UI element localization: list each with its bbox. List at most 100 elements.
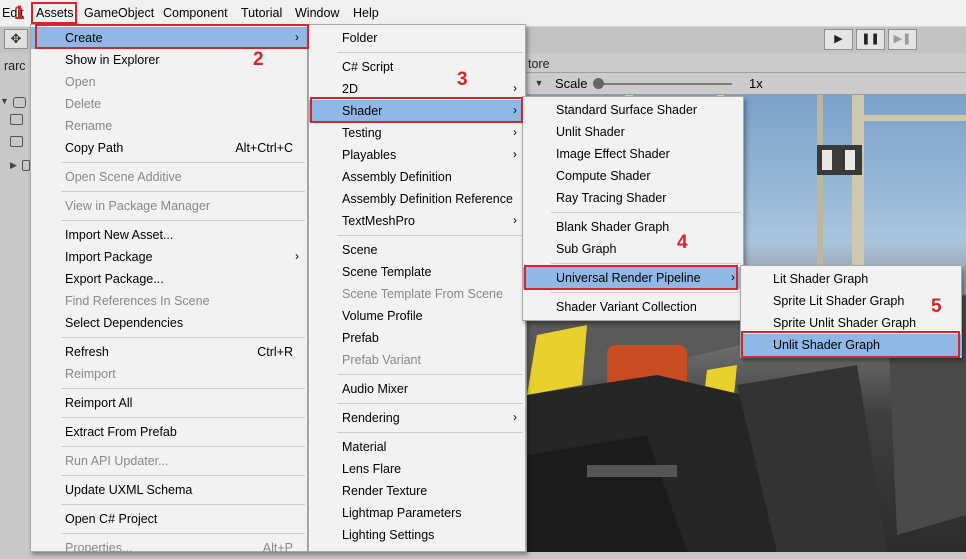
menu-item-export-package[interactable]: Export Package... bbox=[31, 268, 307, 290]
menu-item-sub-graph[interactable]: Sub Graph bbox=[523, 238, 743, 260]
menu-item-label: Scene Template From Scene bbox=[342, 287, 503, 301]
menu-item-reimport-all[interactable]: Reimport All bbox=[31, 392, 307, 414]
menu-separator bbox=[61, 337, 305, 338]
pause-icon[interactable]: ❚❚ bbox=[856, 29, 885, 50]
step-number: 1 bbox=[14, 3, 25, 24]
menu-item-compute-shader[interactable]: Compute Shader bbox=[523, 165, 743, 187]
menu-item-run-api-updater[interactable]: Run API Updater... bbox=[31, 450, 307, 472]
menu-item-assembly-definition[interactable]: Assembly Definition bbox=[309, 166, 525, 188]
menu-separator bbox=[61, 533, 305, 534]
menu-item-volume-profile[interactable]: Volume Profile bbox=[309, 305, 525, 327]
menu-gameobject[interactable]: GameObject bbox=[84, 6, 154, 20]
menu-item-label: Lightmap Parameters bbox=[342, 506, 462, 520]
menu-item-rendering[interactable]: Rendering › bbox=[309, 407, 525, 429]
menu-separator bbox=[61, 446, 305, 447]
menu-item-rename[interactable]: Rename bbox=[31, 115, 307, 137]
menu-separator bbox=[337, 374, 523, 375]
menu-item-properties[interactable]: Properties... Alt+P bbox=[31, 537, 307, 559]
chevron-right-icon: › bbox=[513, 213, 517, 227]
menu-item-copy-path[interactable]: Copy Path Alt+Ctrl+C bbox=[31, 137, 307, 159]
menu-item-select-dependencies[interactable]: Select Dependencies bbox=[31, 312, 307, 334]
menu-item-playables[interactable]: Playables › bbox=[309, 144, 525, 166]
menu-separator bbox=[551, 263, 741, 264]
menu-item-show-in-explorer[interactable]: Show in Explorer bbox=[31, 49, 307, 71]
menu-separator bbox=[61, 475, 305, 476]
menu-item-lighting-settings[interactable]: Lighting Settings bbox=[309, 524, 525, 546]
menu-item-find-references-in-scene[interactable]: Find References In Scene bbox=[31, 290, 307, 312]
menu-item-open-csharp-project[interactable]: Open C# Project bbox=[31, 508, 307, 530]
menu-separator bbox=[61, 388, 305, 389]
unity-scene-icon bbox=[13, 97, 26, 108]
menu-item-image-effect-shader[interactable]: Image Effect Shader bbox=[523, 143, 743, 165]
menu-item-assembly-definition-reference[interactable]: Assembly Definition Reference bbox=[309, 188, 525, 210]
menu-item-label: Folder bbox=[342, 31, 378, 45]
step-number: 5 bbox=[931, 296, 942, 317]
menu-item-refresh[interactable]: Refresh Ctrl+R bbox=[31, 341, 307, 363]
lamp bbox=[845, 150, 855, 170]
menu-separator bbox=[61, 504, 305, 505]
menu-item-label: Open bbox=[65, 75, 96, 89]
menu-item-scene[interactable]: Scene bbox=[309, 239, 525, 261]
menu-item-testing[interactable]: Testing › bbox=[309, 122, 525, 144]
menu-item-view-in-package-manager[interactable]: View in Package Manager bbox=[31, 195, 307, 217]
menu-item-scene-template-from-scene[interactable]: Scene Template From Scene bbox=[309, 283, 525, 305]
scene-tab[interactable]: tore bbox=[528, 57, 550, 71]
menu-item-label: Reimport All bbox=[65, 396, 133, 410]
menu-item-label: Rename bbox=[65, 119, 113, 133]
menu-item-prefab[interactable]: Prefab bbox=[309, 327, 525, 349]
menu-separator bbox=[61, 220, 305, 221]
menu-tutorial[interactable]: Tutorial bbox=[241, 6, 282, 20]
menu-component[interactable]: Component bbox=[163, 6, 228, 20]
move-tool-icon[interactable]: ✥ bbox=[4, 29, 28, 49]
menu-item-scene-template[interactable]: Scene Template bbox=[309, 261, 525, 283]
menu-help[interactable]: Help bbox=[353, 6, 379, 20]
menu-item-label: Compute Shader bbox=[556, 169, 651, 183]
gameobject-icon bbox=[10, 136, 23, 147]
menu-item-update-uxml-schema[interactable]: Update UXML Schema bbox=[31, 479, 307, 501]
menu-item-prefab-variant[interactable]: Prefab Variant bbox=[309, 349, 525, 371]
menu-item-lens-flare[interactable]: Lens Flare bbox=[309, 458, 525, 480]
menu-item-import-package[interactable]: Import Package › bbox=[31, 246, 307, 268]
step-number: 3 bbox=[457, 69, 468, 90]
highlight-box bbox=[524, 265, 738, 290]
menu-item-lit-shader-graph[interactable]: Lit Shader Graph bbox=[741, 268, 961, 290]
menu-item-render-texture[interactable]: Render Texture bbox=[309, 480, 525, 502]
menu-item-reimport[interactable]: Reimport bbox=[31, 363, 307, 385]
step-icon[interactable]: ▶❚ bbox=[888, 29, 917, 50]
menu-item-folder[interactable]: Folder bbox=[309, 27, 525, 49]
menu-item-csharp-script[interactable]: C# Script bbox=[309, 56, 525, 78]
menu-item-textmeshpro[interactable]: TextMeshPro › bbox=[309, 210, 525, 232]
menu-item-standard-surface-shader[interactable]: Standard Surface Shader bbox=[523, 99, 743, 121]
menu-item-label: Testing bbox=[342, 126, 382, 140]
menu-item-label: Render Texture bbox=[342, 484, 428, 498]
menu-item-blank-shader-graph[interactable]: Blank Shader Graph bbox=[523, 216, 743, 238]
menu-item-label: Playables bbox=[342, 148, 397, 162]
scale-slider-handle[interactable] bbox=[593, 78, 604, 89]
menu-item-delete[interactable]: Delete bbox=[31, 93, 307, 115]
scaffold-beam bbox=[857, 115, 966, 121]
menu-item-open[interactable]: Open bbox=[31, 71, 307, 93]
menu-item-open-scene-additive[interactable]: Open Scene Additive bbox=[31, 166, 307, 188]
menu-item-shader-variant-collection[interactable]: Shader Variant Collection bbox=[523, 296, 743, 318]
menu-item-ray-tracing-shader[interactable]: Ray Tracing Shader bbox=[523, 187, 743, 209]
menu-item-shortcut: Ctrl+R bbox=[257, 345, 293, 359]
scale-slider[interactable] bbox=[597, 83, 732, 85]
menu-item-sprite-lit-shader-graph[interactable]: Sprite Lit Shader Graph bbox=[741, 290, 961, 312]
menu-item-label: Sprite Unlit Shader Graph bbox=[773, 316, 917, 330]
hierarchy-panel: rarc ▼ ▶ bbox=[0, 54, 31, 552]
step-number: 2 bbox=[253, 49, 264, 70]
menu-item-label: View in Package Manager bbox=[65, 199, 210, 213]
highlight-box bbox=[35, 24, 309, 49]
menu-item-lightmap-parameters[interactable]: Lightmap Parameters bbox=[309, 502, 525, 524]
expand-arrow-icon[interactable]: ▶ bbox=[10, 160, 17, 171]
menu-item-import-new-asset[interactable]: Import New Asset... bbox=[31, 224, 307, 246]
menu-item-label: Sub Graph bbox=[556, 242, 617, 256]
menu-item-audio-mixer[interactable]: Audio Mixer bbox=[309, 378, 525, 400]
dropdown-icon[interactable]: ▼ bbox=[532, 76, 546, 90]
menu-item-extract-from-prefab[interactable]: Extract From Prefab bbox=[31, 421, 307, 443]
menu-window[interactable]: Window bbox=[295, 6, 339, 20]
expand-arrow-icon[interactable]: ▼ bbox=[0, 96, 9, 106]
play-icon[interactable]: ▶ bbox=[824, 29, 853, 50]
menu-item-unlit-shader[interactable]: Unlit Shader bbox=[523, 121, 743, 143]
menu-item-material[interactable]: Material bbox=[309, 436, 525, 458]
